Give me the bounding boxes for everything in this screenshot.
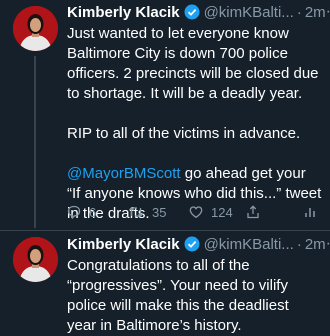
timestamp[interactable]: 2m	[305, 4, 326, 21]
verified-badge-icon	[184, 4, 200, 20]
retweet-icon	[129, 206, 143, 218]
reply-button[interactable]: 6	[67, 205, 96, 220]
like-button[interactable]: 124	[189, 205, 233, 220]
avatar-photo	[13, 237, 58, 282]
analytics-button[interactable]	[303, 205, 317, 219]
avatar[interactable]	[13, 6, 58, 51]
retweet-count: 35	[152, 204, 167, 220]
analytics-icon	[305, 208, 315, 217]
separator-dot: ·	[296, 235, 302, 253]
author-handle[interactable]: @kimKBalti...	[204, 236, 294, 253]
avatar-photo	[13, 6, 58, 51]
author-name[interactable]: Kimberly Klacik	[67, 236, 180, 253]
share-icon	[247, 205, 259, 219]
mention-link[interactable]: @MayorBMScott	[67, 165, 181, 182]
tweet-paragraph: RIP to all of the victims in advance.	[67, 125, 301, 142]
tweet-1[interactable]: Kimberly Klacik @kimKBalti... · 2m ··· J…	[0, 0, 330, 230]
tweet-text: Just wanted to let everyone know Baltimo…	[67, 24, 322, 224]
tweet-paragraph: Just wanted to let everyone know Baltimo…	[67, 25, 319, 102]
tweet-2[interactable]: Kimberly Klacik @kimKBalti... · 2m ··· C…	[0, 231, 330, 334]
more-icon[interactable]: ···	[326, 3, 330, 21]
author-handle[interactable]: @kimKBalti...	[204, 4, 294, 21]
tweet-header: Kimberly Klacik @kimKBalti... · 2m ···	[67, 0, 330, 24]
tweet-header: Kimberly Klacik @kimKBalti... · 2m ···	[67, 232, 330, 256]
tweet-paragraph: Congratulations to all of the “progressi…	[67, 257, 289, 334]
like-count: 124	[211, 204, 233, 220]
timestamp[interactable]: 2m	[305, 236, 326, 253]
tweet-text: Congratulations to all of the “progressi…	[67, 256, 322, 336]
author-name[interactable]: Kimberly Klacik	[67, 4, 180, 21]
verified-badge-icon	[184, 236, 200, 252]
tweet-content: Kimberly Klacik @kimKBalti... · 2m ··· C…	[67, 232, 330, 336]
separator-dot: ·	[296, 3, 302, 21]
reply-count: 6	[89, 204, 97, 220]
tweet-actions: 6 35 124	[67, 200, 322, 224]
more-icon[interactable]: ···	[326, 235, 330, 253]
thread-line	[34, 56, 36, 228]
share-button[interactable]	[246, 205, 260, 219]
avatar[interactable]	[13, 237, 58, 282]
tweet-content: Kimberly Klacik @kimKBalti... · 2m ··· J…	[67, 0, 330, 224]
retweet-button[interactable]: 35	[128, 205, 166, 220]
reply-icon	[67, 205, 81, 219]
like-icon	[189, 206, 203, 219]
